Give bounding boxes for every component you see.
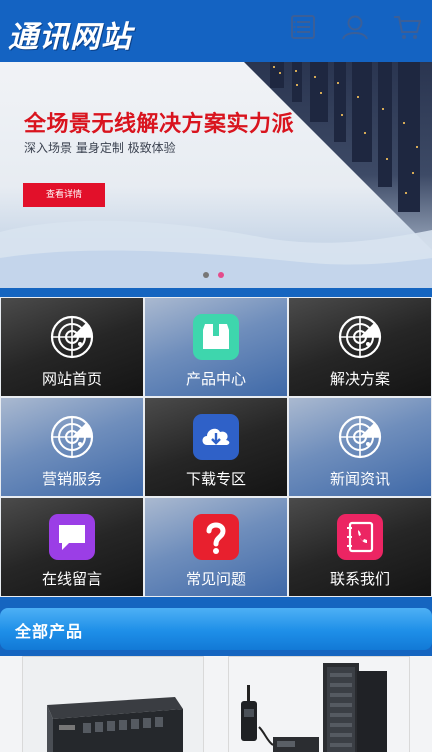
nav-item-solutions[interactable]: 解决方案 (289, 298, 431, 396)
header: 通讯网站 (0, 0, 432, 62)
radar-icon (49, 414, 95, 460)
banner-title: 全场景无线解决方案实力派 (24, 112, 295, 137)
section-title: 全部产品 (15, 622, 84, 641)
banner-subtitle: 深入场景 量身定制 极致体验 (24, 141, 176, 155)
carousel-dot-active[interactable] (218, 272, 224, 278)
hero-banner[interactable]: 全场景无线解决方案实力派 深入场景 量身定制 极致体验 查看详情 (0, 62, 432, 288)
nav-item-downloads[interactable]: 下载专区 (145, 398, 287, 496)
menu-icon[interactable] (288, 12, 318, 42)
nav-item-contact[interactable]: 联系我们 (289, 498, 431, 596)
nav-grid: 网站首页 产品中心 解决方案 营销服务 下载专区 新闻资讯 在线留言 常见问题 … (0, 297, 432, 597)
contact-book-icon (337, 514, 383, 560)
view-details-button[interactable]: 查看详情 (23, 183, 105, 207)
nav-item-products[interactable]: 产品中心 (145, 298, 287, 396)
nav-label: 产品中心 (185, 370, 246, 388)
carousel-dot[interactable] (203, 272, 209, 278)
nav-item-news[interactable]: 新闻资讯 (289, 398, 431, 496)
banner-divider (0, 288, 432, 297)
box-icon (193, 314, 239, 360)
nav-item-faq[interactable]: 常见问题 (145, 498, 287, 596)
radar-icon (337, 314, 383, 360)
question-icon (193, 514, 239, 560)
section-title-bar[interactable]: 全部产品 (0, 608, 432, 650)
nav-label: 下载专区 (185, 470, 246, 488)
city-skyline-image (0, 62, 432, 288)
chat-icon (49, 514, 95, 560)
cloud-download-icon (193, 414, 239, 460)
mobile-page: 通讯网站 全场景无线解决方案实力派 深入场景 量身定制 极致体验 查看详情 网站… (0, 0, 432, 752)
nav-label: 新闻资讯 (329, 470, 390, 488)
product-list (0, 656, 432, 752)
cart-icon[interactable] (392, 12, 422, 42)
nav-label: 联系我们 (329, 570, 390, 588)
site-logo[interactable]: 通讯网站 (8, 12, 132, 56)
product-card[interactable] (228, 656, 410, 752)
nav-label: 在线留言 (41, 570, 102, 588)
nav-label: 网站首页 (41, 370, 102, 388)
nav-item-home[interactable]: 网站首页 (1, 298, 143, 396)
nav-item-message[interactable]: 在线留言 (1, 498, 143, 596)
products-section-header: 全部产品 (0, 597, 432, 656)
product-card[interactable] (22, 656, 204, 752)
product-image (23, 657, 203, 752)
product-image (229, 657, 409, 752)
radar-icon (337, 414, 383, 460)
nav-label: 营销服务 (41, 470, 102, 488)
radar-icon (49, 314, 95, 360)
carousel-indicator (203, 272, 224, 278)
user-icon[interactable] (340, 12, 370, 42)
nav-label: 常见问题 (185, 570, 246, 588)
nav-label: 解决方案 (329, 370, 390, 388)
nav-item-marketing[interactable]: 营销服务 (1, 398, 143, 496)
